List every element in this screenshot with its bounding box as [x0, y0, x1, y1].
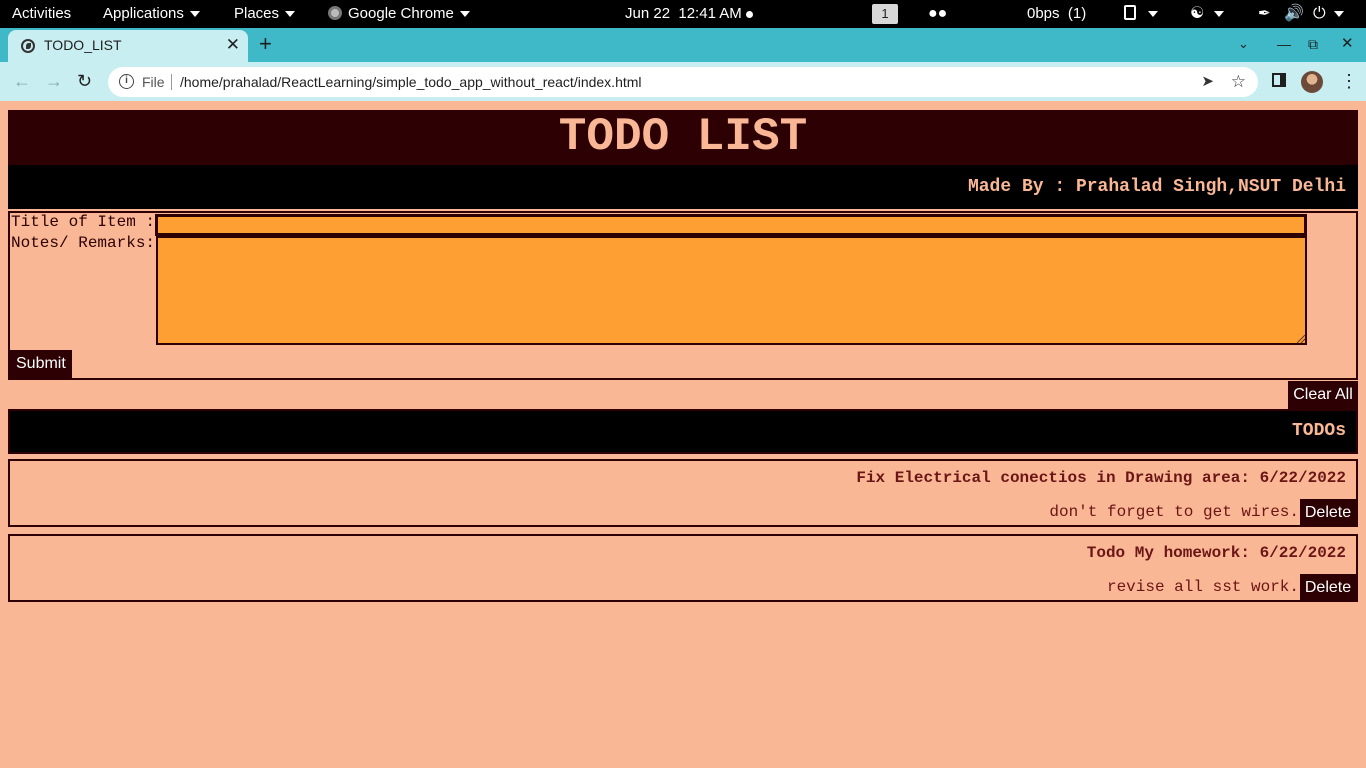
clear-all-button[interactable]: Clear All — [1288, 381, 1358, 409]
info-icon[interactable]: i — [119, 74, 134, 89]
clock[interactable]: Jun 22 12:41 AM — [625, 0, 753, 28]
made-by-banner: Made By : Prahalad Singh,NSUT Delhi — [8, 165, 1358, 209]
tab-search-icon[interactable]: ⌄ — [1238, 28, 1249, 62]
title-input[interactable] — [155, 214, 1307, 236]
resize-handle[interactable] — [1297, 335, 1305, 343]
clipboard-menu[interactable] — [1124, 0, 1158, 28]
accessibility-icon: ☯ — [1190, 5, 1205, 22]
new-tab-icon[interactable]: + — [259, 28, 272, 62]
active-app-menu[interactable]: Google Chrome — [328, 0, 470, 28]
clock-label: Jun 22 12:41 AM — [625, 5, 742, 22]
bookmark-star-icon[interactable]: ☆ — [1231, 67, 1246, 97]
system-top-bar: Activities Applications Places Google Ch… — [0, 0, 1366, 28]
back-icon[interactable]: ← — [13, 62, 31, 101]
address-bar[interactable]: i File /home/prahalad/ReactLearning/simp… — [108, 67, 1258, 97]
globe-icon — [21, 39, 35, 53]
chevron-down-icon — [189, 11, 200, 18]
profile-avatar[interactable] — [1301, 71, 1323, 93]
chevron-down-icon — [1148, 11, 1158, 18]
chevron-down-icon — [459, 11, 470, 18]
todo-note: revise all sst work. — [1106, 578, 1299, 596]
todos-heading: TODOs — [8, 409, 1358, 454]
power-menu[interactable]: ⏻ — [1313, 0, 1344, 28]
title-label: Title of Item : — [11, 213, 156, 231]
tab-title: TODO_LIST — [44, 37, 122, 53]
page-title: TODO LIST — [558, 111, 808, 163]
delete-button[interactable]: Delete — [1300, 574, 1356, 602]
page-header: TODO LIST — [8, 110, 1358, 165]
restore-icon[interactable]: ⧉ — [1308, 28, 1318, 62]
browser-toolbar: ← → ↻ i File /home/prahalad/ReactLearnin… — [0, 62, 1366, 101]
url-separator — [171, 74, 172, 90]
places-label: Places — [234, 5, 280, 22]
chevron-down-icon — [1214, 11, 1225, 18]
network-count: (1) — [1067, 5, 1087, 22]
chrome-icon — [328, 6, 342, 20]
close-window-icon[interactable]: ✕ — [1341, 28, 1354, 62]
applications-label: Applications — [103, 5, 184, 22]
chevron-down-icon — [1333, 11, 1344, 18]
notification-dot-icon — [745, 10, 753, 18]
applications-menu[interactable]: Applications — [103, 0, 200, 28]
todo-item: Fix Electrical conectios in Drawing area… — [8, 459, 1358, 527]
delete-button[interactable]: Delete — [1300, 499, 1356, 527]
submit-button[interactable]: Submit — [10, 350, 72, 378]
url-text[interactable]: /home/prahalad/ReactLearning/simple_todo… — [180, 67, 642, 97]
close-tab-icon[interactable]: ✕ — [226, 30, 240, 62]
reload-icon[interactable]: ↻ — [77, 62, 92, 101]
volume-icon[interactable]: 🔊 — [1284, 0, 1304, 28]
todo-title: Fix Electrical conectios in Drawing area… — [856, 469, 1346, 487]
clipboard-icon — [1124, 5, 1136, 20]
accessibility-menu[interactable]: ☯ — [1190, 0, 1225, 28]
power-icon: ⏻ — [1313, 5, 1326, 22]
people-icon[interactable]: ●● — [928, 0, 947, 28]
browser-tab-strip: TODO_LIST ✕ + ⌄ — ⧉ ✕ — [0, 28, 1366, 62]
more-menu-icon[interactable]: ⋮ — [1340, 62, 1358, 101]
browser-tab[interactable]: TODO_LIST ✕ — [8, 30, 248, 62]
notes-textarea[interactable] — [156, 236, 1307, 345]
page-content: TODO LIST Made By : Prahalad Singh,NSUT … — [0, 101, 1366, 768]
chevron-down-icon — [285, 11, 296, 18]
network-speed: 0bps — [1027, 5, 1060, 22]
minimize-icon[interactable]: — — [1277, 28, 1291, 62]
todo-item: Todo My homework: 6/22/2022 revise all s… — [8, 534, 1358, 602]
notes-label: Notes/ Remarks: — [11, 234, 156, 252]
forward-icon[interactable]: → — [45, 62, 63, 101]
side-panel-icon[interactable] — [1272, 62, 1286, 101]
network-monitor[interactable]: 0bps (1) — [1027, 0, 1086, 28]
send-icon[interactable]: ➤ — [1201, 67, 1214, 97]
pen-icon[interactable]: ✒ — [1258, 0, 1271, 28]
todo-title: Todo My homework: 6/22/2022 — [1086, 544, 1346, 562]
todo-note: don't forget to get wires. — [1049, 503, 1299, 521]
todo-form: Title of Item : Notes/ Remarks: Submit — [8, 211, 1358, 380]
workspace-number: 1 — [872, 4, 898, 24]
activities-button[interactable]: Activities — [12, 0, 71, 28]
url-scheme-label: File — [142, 74, 165, 90]
workspace-indicator[interactable]: 1 — [872, 0, 898, 28]
active-app-label: Google Chrome — [348, 5, 454, 22]
places-menu[interactable]: Places — [234, 0, 296, 28]
